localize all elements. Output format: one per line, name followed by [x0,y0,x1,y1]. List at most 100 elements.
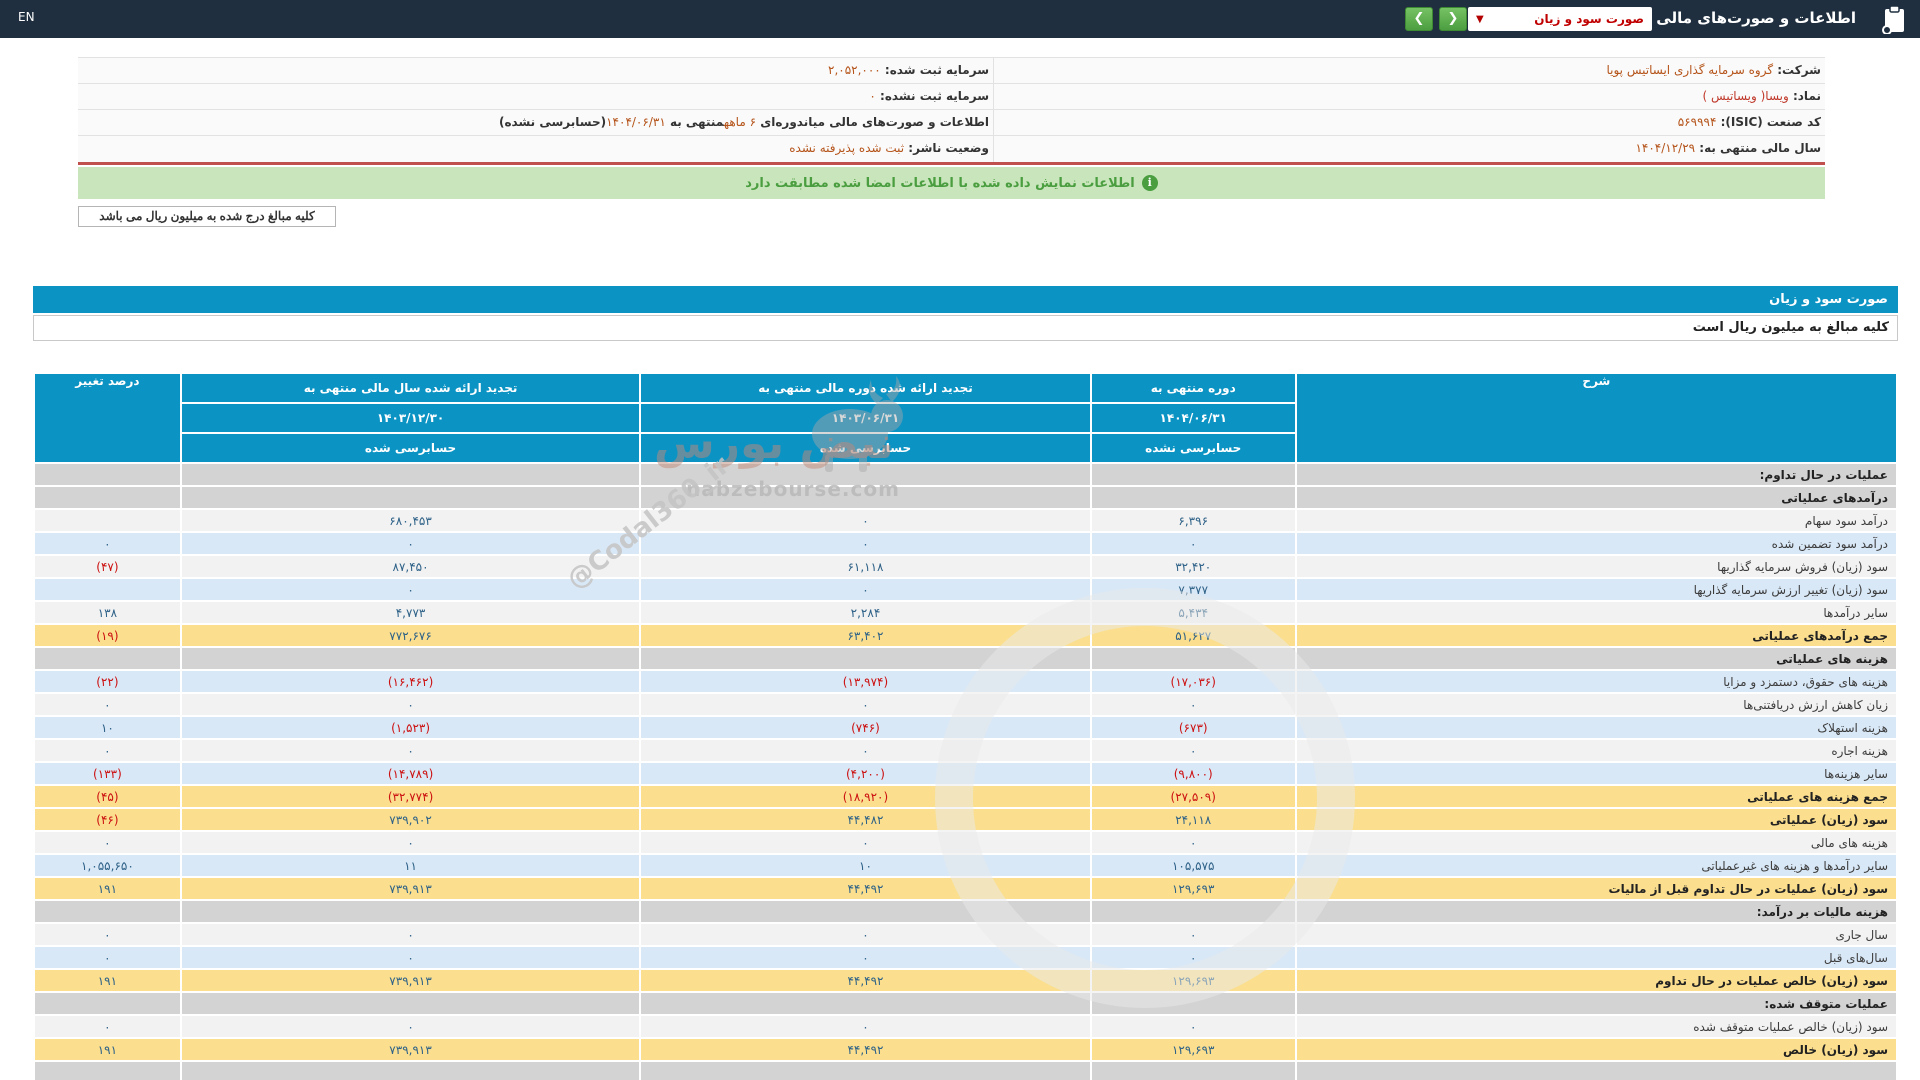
signature-notice: i اطلاعات نمایش داده شده با اطلاعات امضا… [78,167,1825,199]
row-value [181,487,640,508]
row-value: ۰ [641,579,1090,600]
company-info-cell: کد صنعت (ISIC): ۵۶۹۹۹۴ [993,110,1825,135]
row-label: هزینه مالیات بر درآمد: [1296,901,1896,922]
statement-select[interactable]: ▼ صورت سود و زیان [1468,7,1652,31]
row-value [35,993,180,1014]
row-value: ۰ [641,947,1090,968]
row-value [35,648,180,669]
table-row: هزینه های عملیاتی [35,648,1896,669]
table-row: سایر هزینه‌ها (۹,۸۰۰) (۴,۲۰۰) (۱۴,۷۸۹) (۱۳۳) [35,763,1896,784]
company-info-cell: اطلاعات و صورت‌های مالی میاندوره‌ای ۶ ما… [498,115,989,129]
table-row: سایر درآمدها ۵,۴۳۴ ۲,۲۸۴ ۴,۷۷۳ ۱۳۸ [35,602,1896,623]
row-value: ۴,۷۷۳ [181,602,640,623]
row-value: ۷۳۹,۹۱۳ [181,878,640,899]
row-value: (۱۹) [35,625,180,646]
row-value [1091,648,1295,669]
row-value: ۱۹۱ [35,878,180,899]
row-value [181,901,640,922]
row-value: ۲۴,۱۱۸ [1091,809,1295,830]
table-header: شرح دوره منتهی به تجدید ارائه شده دوره م… [35,374,1896,462]
header-restated-period: تجدید ارائه شده دوره مالی منتهی به [641,374,1090,402]
row-value: ۰ [35,533,180,554]
statement-unit-note: کلیه مبالغ به میلیون ریال است [33,315,1898,341]
row-value: ۷۳۹,۹۱۳ [181,1039,640,1060]
row-value: ۴۴,۴۹۲ [641,970,1090,991]
row-label: عملیات متوقف شده: [1296,993,1896,1014]
row-value: ۰ [1091,694,1295,715]
company-info-cell: سال مالی منتهی به: ۱۴۰۴/۱۲/۲۹ [993,136,1825,162]
row-value: ۰ [35,740,180,761]
row-value: ۰ [641,832,1090,853]
row-label: زیان کاهش ارزش دریافتنی‌ها [1296,694,1896,715]
row-value: ۰ [1091,1016,1295,1037]
unit-note-button[interactable]: کلیه مبالغ درج شده به میلیون ریال می باش… [78,206,336,227]
table-row: سود (زیان) خالص ۱۲۹,۶۹۳ ۴۴,۴۹۲ ۷۳۹,۹۱۳ ۱۹۱ [35,1039,1896,1060]
table-row: هزینه استهلاک (۶۷۳) (۷۴۶) (۱,۵۲۳) ۱۰ [35,717,1896,738]
row-label: درآمد سود تضمین شده [1296,533,1896,554]
row-value [1091,993,1295,1014]
chevron-down-icon: ▼ [1476,13,1484,25]
row-value: ۱۳۸ [35,602,180,623]
header-current-period-audit: حسابرسی نشده [1091,434,1295,462]
row-label: سود (زیان) خالص عملیات در حال تداوم [1296,970,1896,991]
table-row: درآمدهای عملیاتی [35,487,1896,508]
language-toggle-en[interactable]: EN [18,10,35,24]
table-row: سود (زیان) خالص عملیات متوقف شده ۰ ۰ ۰ ۰ [35,1016,1896,1037]
row-label: سود (زیان) عملیات در حال تداوم قبل از ما… [1296,878,1896,899]
row-value [35,901,180,922]
header-description: شرح [1296,374,1896,462]
company-info-table: شرکت: گروه سرمایه گذاری ایساتیس پویا سرما… [78,57,1825,165]
row-value: ۱۲۹,۶۹۳ [1091,878,1295,899]
row-value: ۰ [181,1016,640,1037]
next-statement-button[interactable]: ❯ [1439,7,1467,31]
company-info-section: شرکت: گروه سرمایه گذاری ایساتیس پویا سرما… [78,57,1825,227]
row-value: ۵۱,۶۲۷ [1091,625,1295,646]
row-value: ۲,۲۸۴ [641,602,1090,623]
row-value: ۰ [641,740,1090,761]
row-value [35,464,180,485]
row-value: (۱۳۳) [35,763,180,784]
row-label: عملیات در حال تداوم: [1296,464,1896,485]
table-row: سال‌های قبل ۰ ۰ ۰ ۰ [35,947,1896,968]
table-row: جمع درآمدهای عملیاتی ۵۱,۶۲۷ ۶۳,۴۰۲ ۷۷۲,۶۷۶(… [35,625,1896,646]
table-row: هزینه های مالی ۰ ۰ ۰ ۰ [35,832,1896,853]
row-value [181,648,640,669]
row-value [35,579,180,600]
row-label: سود (زیان) عملیاتی [1296,809,1896,830]
row-value [641,901,1090,922]
row-value: ۰ [181,579,640,600]
row-value: ۰ [35,832,180,853]
row-value: ۰ [35,694,180,715]
row-value [181,464,640,485]
row-value [641,993,1090,1014]
row-value: (۱۴,۷۸۹) [181,763,640,784]
row-label: هزینه های عملیاتی [1296,648,1896,669]
row-value: ۰ [35,1016,180,1037]
company-info-cell: وضعیت ناشر: ثبت شده پذیرفته نشده [789,141,989,155]
row-value: (۲۲) [35,671,180,692]
row-label: جمع درآمدهای عملیاتی [1296,625,1896,646]
row-label: سایر درآمدها و هزینه های غیرعملیاتی [1296,855,1896,876]
statement-select-value: صورت سود و زیان [1534,12,1644,26]
row-label: درآمدهای عملیاتی [1296,487,1896,508]
table-row: سال جاری ۰ ۰ ۰ ۰ [35,924,1896,945]
row-label: سود (زیان) خالص عملیات متوقف شده [1296,1016,1896,1037]
row-value: ۶۳,۴۰۲ [641,625,1090,646]
row-value [35,487,180,508]
table-row: زیان کاهش ارزش دریافتنی‌ها ۰ ۰ ۰ ۰ [35,694,1896,715]
row-value: ۱۱ [181,855,640,876]
prev-statement-button[interactable]: ❮ [1405,7,1433,31]
company-info-cell: شرکت: گروه سرمایه گذاری ایساتیس پویا [993,58,1825,83]
row-label: سال جاری [1296,924,1896,945]
row-value: ۴۴,۴۹۲ [641,1039,1090,1060]
clipboard-icon [1881,4,1908,38]
row-label: درآمد سود سهام [1296,510,1896,531]
row-label: هزینه های حقوق، دستمزد و مزایا [1296,671,1896,692]
row-value [641,464,1090,485]
company-info-cell: نماد: ویسا( ویساتیس ) [993,84,1825,109]
row-label: هزینه استهلاک [1296,717,1896,738]
row-value: (۳۲,۷۷۴) [181,786,640,807]
row-value: (۱۸,۹۲۰) [641,786,1090,807]
top-bar: EN اطلاعات و صورت‌های مالی میاندوره‌ای ▼… [0,0,1920,38]
company-info-row: نماد: ویسا( ویساتیس ) سرمایه ثبت نشده: ۰ [78,84,1825,110]
